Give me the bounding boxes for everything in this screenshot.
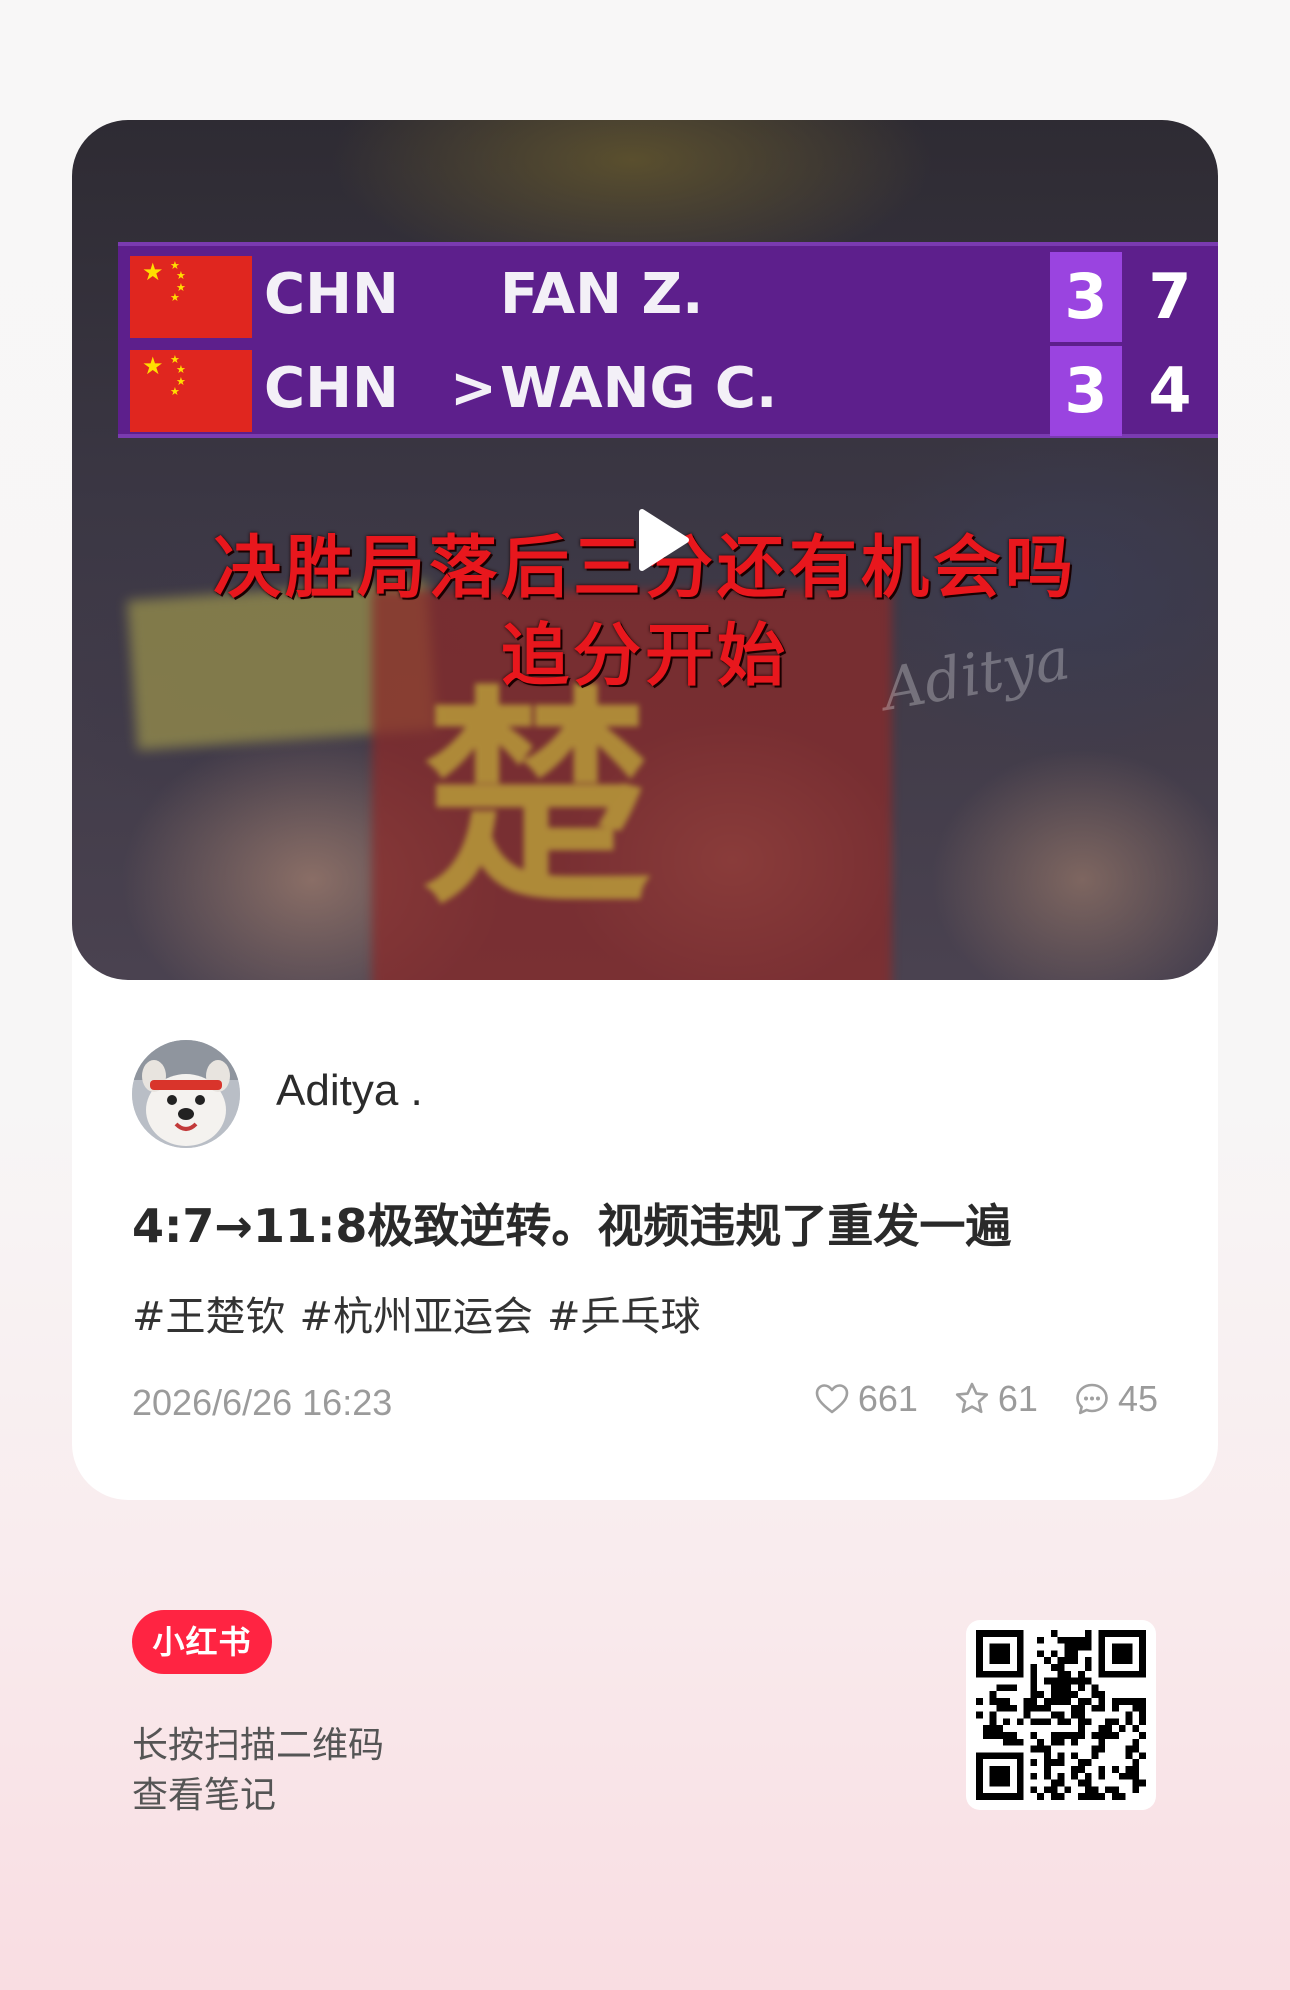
set-score: 3	[1050, 346, 1122, 436]
qr-code-icon	[976, 1630, 1146, 1800]
china-flag-icon: ★ ★ ★ ★ ★	[130, 256, 252, 338]
point-score: 4	[1148, 354, 1192, 427]
player-name: WANG C.	[500, 356, 778, 421]
collect-count: 61	[997, 1378, 1038, 1419]
engagement-stats: 661 61 45	[812, 1378, 1158, 1420]
author-name[interactable]: Aditya .	[276, 1066, 423, 1116]
comment-stat[interactable]: 45	[1072, 1378, 1158, 1420]
scan-hint-line1: 长按扫描二维码	[132, 1725, 385, 1766]
point-score: 7	[1148, 260, 1192, 333]
avatar[interactable]	[132, 1040, 240, 1148]
hashtag[interactable]: #杭州亚运会	[300, 1294, 534, 1340]
video-caption-line2: 追分开始	[500, 616, 789, 696]
dog-avatar-icon	[132, 1040, 240, 1148]
like-count: 661	[857, 1378, 918, 1419]
hashtag[interactable]: #乒乓球	[547, 1294, 701, 1340]
xiaohongshu-logo: 小红书	[132, 1610, 272, 1674]
player-name: FAN Z.	[500, 262, 704, 327]
tag-list: #王楚钦 #杭州亚运会 #乒乓球	[132, 1284, 715, 1342]
like-stat[interactable]: 661	[812, 1378, 918, 1420]
scoreboard: ★ ★ ★ ★ ★ CHN FAN Z. 3 7 ★ ★ ★ ★ ★ CHN >…	[118, 242, 1218, 438]
set-score: 3	[1050, 252, 1122, 342]
country-code: CHN	[264, 262, 399, 327]
qr-code[interactable]	[966, 1620, 1156, 1810]
serve-marker: >	[450, 356, 497, 421]
collect-stat[interactable]: 61	[952, 1378, 1038, 1420]
heart-icon	[815, 1384, 849, 1414]
china-flag-icon: ★ ★ ★ ★ ★	[130, 350, 252, 432]
play-icon[interactable]	[620, 500, 700, 580]
scan-hint-line2: 查看笔记	[132, 1775, 277, 1816]
post-date: 2026/6/26 16:23	[132, 1382, 393, 1423]
post-title: 4:7→11:8极致逆转。视频违规了重发一遍	[132, 1199, 1012, 1253]
comment-count: 45	[1117, 1378, 1158, 1419]
country-code: CHN	[264, 356, 399, 421]
hashtag[interactable]: #王楚钦	[132, 1294, 286, 1340]
scoreboard-row: ★ ★ ★ ★ ★ CHN FAN Z. 3 7	[118, 252, 1218, 342]
comment-icon	[1076, 1383, 1108, 1415]
video-cover[interactable]: 楚 Aditya ★ ★ ★ ★ ★ CHN FAN Z. 3 7 ★ ★ ★ …	[72, 120, 1218, 980]
star-icon	[955, 1382, 989, 1414]
scoreboard-row: ★ ★ ★ ★ ★ CHN > WANG C. 3 4	[118, 346, 1218, 436]
